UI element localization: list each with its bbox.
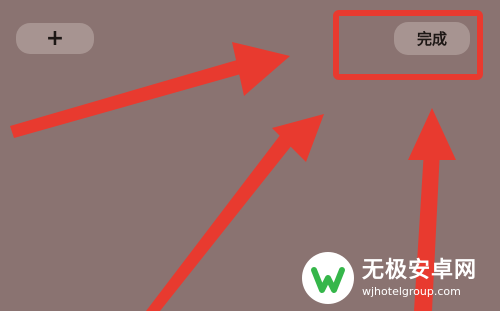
annotation-arrow-1 — [10, 42, 290, 138]
arrow-2-shaft — [146, 130, 296, 311]
arrow-1-shaft — [10, 58, 248, 138]
watermark: 无极安卓网 wjhotelgroup.com — [300, 252, 496, 304]
watermark-url: wjhotelgroup.com — [362, 284, 461, 298]
watermark-title: 无极安卓网 — [362, 257, 478, 283]
arrow-1-head — [232, 42, 290, 96]
watermark-logo-icon — [302, 252, 354, 304]
annotation-arrow-2 — [146, 114, 324, 311]
screen: + 完成 无极安卓网 wjhotelgroup.com — [0, 0, 500, 311]
arrow-3-head — [408, 108, 456, 160]
